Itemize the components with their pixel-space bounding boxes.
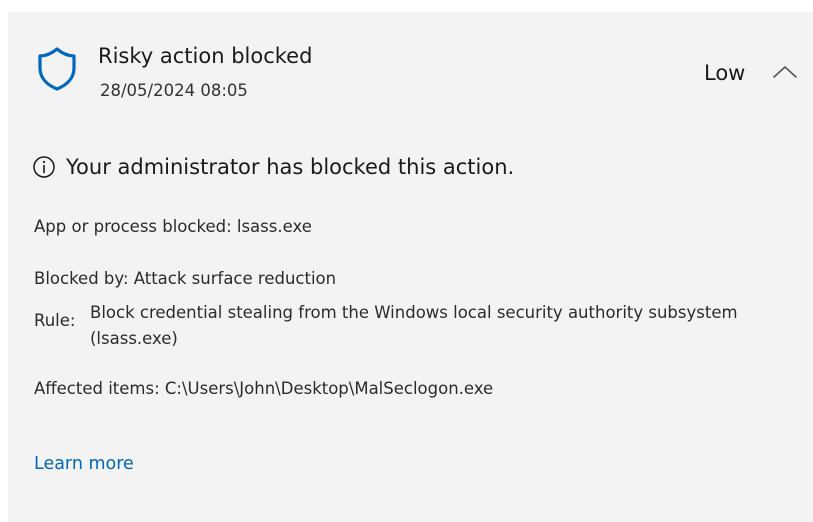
- info-message-row: Your administrator has blocked this acti…: [32, 152, 514, 182]
- rule-label: Rule:: [34, 311, 76, 330]
- app-blocked-text: App or process blocked: lsass.exe: [34, 217, 312, 236]
- shield-icon: [38, 47, 76, 91]
- rule-text: Block credential stealing from the Windo…: [90, 303, 738, 348]
- severity-label: Low: [704, 61, 746, 85]
- affected-items-text: Affected items: C:\Users\John\Desktop\Ma…: [34, 379, 494, 398]
- notification-card: Risky action blocked 28/05/2024 08:05 Lo…: [8, 12, 813, 522]
- notification-timestamp: 28/05/2024 08:05: [100, 81, 248, 100]
- learn-more-link[interactable]: Learn more: [34, 452, 134, 476]
- notification-title: Risky action blocked: [98, 44, 313, 68]
- blocked-by-text: Blocked by: Attack surface reduction: [34, 269, 337, 288]
- info-icon: [33, 156, 55, 178]
- info-message: Your administrator has blocked this acti…: [66, 155, 515, 179]
- chevron-up-icon[interactable]: [770, 60, 800, 84]
